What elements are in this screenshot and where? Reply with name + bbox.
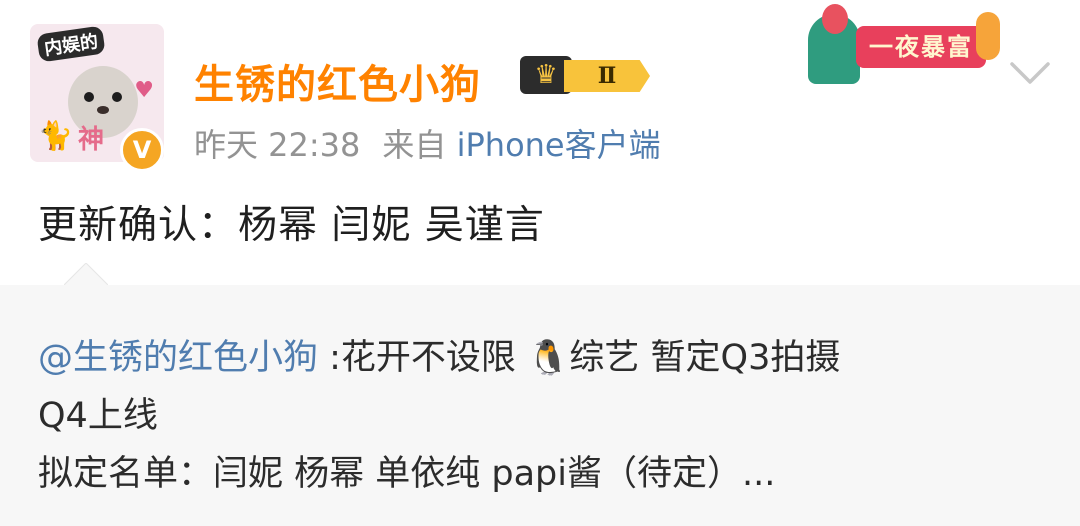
avatar-nose xyxy=(97,106,109,114)
lantern-icon xyxy=(976,12,1000,60)
repost-pointer xyxy=(64,263,108,285)
festival-badge-label: 一夜暴富 xyxy=(856,26,986,68)
post-time[interactable]: 昨天 22:38 xyxy=(194,126,360,164)
mention-link[interactable]: @生锈的红色小狗 xyxy=(38,338,318,378)
post-card: 内娱的 ♥ 🐈 神 V 生锈的红色小狗 ♛ Ⅱ 一夜暴富 昨天 22:38 来自 … xyxy=(0,0,1080,285)
avatar-tag: 内娱的 xyxy=(36,25,106,63)
heart-icon: ♥ xyxy=(134,78,154,103)
festival-badge[interactable]: 一夜暴富 xyxy=(800,4,1004,88)
ornament-icon xyxy=(822,4,848,34)
vip-level-label: Ⅱ xyxy=(564,60,650,92)
post-meta: 昨天 22:38 来自 iPhone客户端 xyxy=(194,120,661,166)
repost-text-1: :花开不设限 xyxy=(318,338,528,378)
repost-text-1-rest: 综艺 暂定Q3拍摄 xyxy=(569,338,841,378)
chevron-down-icon[interactable] xyxy=(1008,58,1050,86)
source-prefix: 来自 xyxy=(382,126,447,164)
avatar-eye-right xyxy=(112,92,122,102)
avatar-word: 神 xyxy=(78,125,105,155)
chevron-down-svg xyxy=(1010,62,1050,84)
repost-line-1: @生锈的红色小狗 :花开不设限 🐧综艺 暂定Q3拍摄 xyxy=(38,329,840,380)
cat-icon: 🐈 xyxy=(38,119,73,152)
verified-badge: V xyxy=(120,128,164,172)
repost-line-2: Q4上线 xyxy=(38,396,158,436)
username-link[interactable]: 生锈的红色小狗 xyxy=(194,52,481,110)
post-body-text: 更新确认：杨幂 闫妮 吴谨言 xyxy=(38,203,545,248)
penguin-icon: 🐧 xyxy=(527,338,570,378)
source-client-link[interactable]: iPhone客户端 xyxy=(457,126,661,164)
repost-line-3: 拟定名单：闫妮 杨幂 单依纯 papi酱（待定）... xyxy=(38,454,776,494)
repost-card[interactable]: @生锈的红色小狗 :花开不设限 🐧综艺 暂定Q3拍摄 Q4上线 拟定名单：闫妮 … xyxy=(0,263,1080,526)
avatar-eye-left xyxy=(84,92,94,102)
vip-level-badge[interactable]: ♛ Ⅱ xyxy=(520,54,650,98)
